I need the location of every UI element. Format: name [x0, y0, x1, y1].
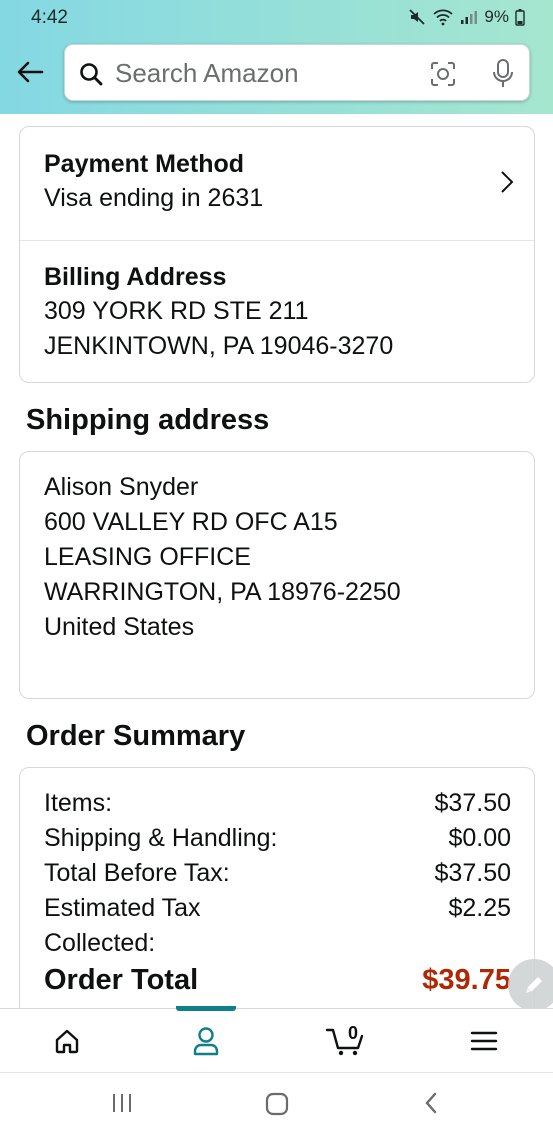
order-summary-card: Items: $37.50 Shipping & Handling: $0.00…	[19, 767, 535, 1008]
cart-count: 0	[348, 1023, 359, 1043]
summary-value: $37.50	[434, 859, 511, 887]
summary-label: Items:	[44, 789, 113, 817]
summary-value: $37.50	[434, 789, 511, 817]
status-icons: 9%	[408, 7, 525, 27]
order-total-label: Order Total	[44, 964, 199, 996]
summary-label: Total Before Tax:	[44, 859, 230, 887]
nav-home[interactable]	[27, 1009, 107, 1073]
person-icon	[193, 1027, 219, 1056]
billing-line: JENKINTOWN, PA 19046-3270	[44, 332, 394, 360]
cart-icon	[325, 1028, 364, 1056]
app-header: 4:42 9%	[0, 0, 553, 114]
back-system-icon[interactable]	[422, 1091, 440, 1115]
shipping-line: United States	[44, 613, 195, 641]
microphone-icon[interactable]	[491, 58, 515, 90]
edit-button[interactable]	[508, 959, 553, 1011]
signal-icon	[461, 11, 478, 24]
summary-row-tax: Estimated Tax Collected: $2.25	[44, 891, 511, 961]
recent-apps-icon[interactable]	[110, 1091, 134, 1115]
shipping-line: 600 VALLEY RD OFC A15	[44, 508, 338, 536]
billing-address: Billing Address 309 YORK RD STE 211 JENK…	[20, 241, 534, 382]
battery-icon	[515, 8, 525, 26]
billing-address-label: Billing Address	[44, 263, 227, 291]
nav-cart[interactable]: 0	[305, 1009, 385, 1073]
pencil-icon	[526, 977, 542, 993]
summary-label-line: Collected:	[44, 929, 156, 957]
search-icon	[80, 63, 103, 86]
order-details-content: Payment Method Visa ending in 2631 Billi…	[0, 114, 553, 1008]
shipping-line: Alison Snyder	[44, 473, 199, 501]
payment-method-row[interactable]: Payment Method Visa ending in 2631	[20, 127, 534, 241]
billing-line: 309 YORK RD STE 211	[44, 297, 309, 325]
wifi-icon	[433, 9, 454, 26]
shipping-address-title: Shipping address	[26, 404, 270, 436]
billing-address-lines: 309 YORK RD STE 211 JENKINTOWN, PA 19046…	[44, 294, 393, 364]
payment-card: Payment Method Visa ending in 2631 Billi…	[19, 126, 535, 383]
chevron-right-icon	[501, 171, 514, 193]
home-system-icon[interactable]	[264, 1091, 290, 1117]
status-time: 4:42	[31, 7, 68, 28]
shipping-address-lines: Alison Snyder 600 VALLEY RD OFC A15 LEAS…	[44, 470, 401, 645]
nav-account[interactable]	[166, 1009, 246, 1073]
order-total-value: $39.75	[422, 964, 511, 996]
shipping-line: WARRINGTON, PA 18976-2250	[44, 578, 401, 606]
bottom-nav: 0	[0, 1006, 553, 1073]
search-input[interactable]	[115, 55, 415, 91]
shipping-line: LEASING OFFICE	[44, 543, 251, 571]
arrow-left-icon	[17, 61, 44, 83]
summary-label-line: Estimated Tax	[44, 894, 201, 922]
search-bar[interactable]	[64, 44, 530, 101]
order-summary-title: Order Summary	[26, 720, 246, 752]
payment-method-label: Payment Method	[44, 150, 245, 178]
system-navigation-bar	[0, 1072, 553, 1136]
summary-label: Shipping & Handling:	[44, 824, 278, 852]
battery-percent: 9%	[484, 7, 509, 26]
home-icon	[55, 1029, 79, 1054]
shipping-address-card: Alison Snyder 600 VALLEY RD OFC A15 LEAS…	[19, 451, 535, 699]
hamburger-menu-icon	[470, 1031, 498, 1051]
summary-value: $2.25	[448, 894, 511, 922]
summary-value: $0.00	[448, 824, 511, 852]
mute-icon	[409, 9, 426, 25]
summary-label: Estimated Tax Collected:	[44, 891, 201, 961]
back-button[interactable]	[14, 56, 46, 88]
nav-menu[interactable]	[444, 1009, 524, 1073]
status-bar: 4:42 9%	[0, 0, 553, 36]
payment-method-value: Visa ending in 2631	[44, 184, 264, 212]
camera-scan-icon[interactable]	[429, 60, 457, 88]
